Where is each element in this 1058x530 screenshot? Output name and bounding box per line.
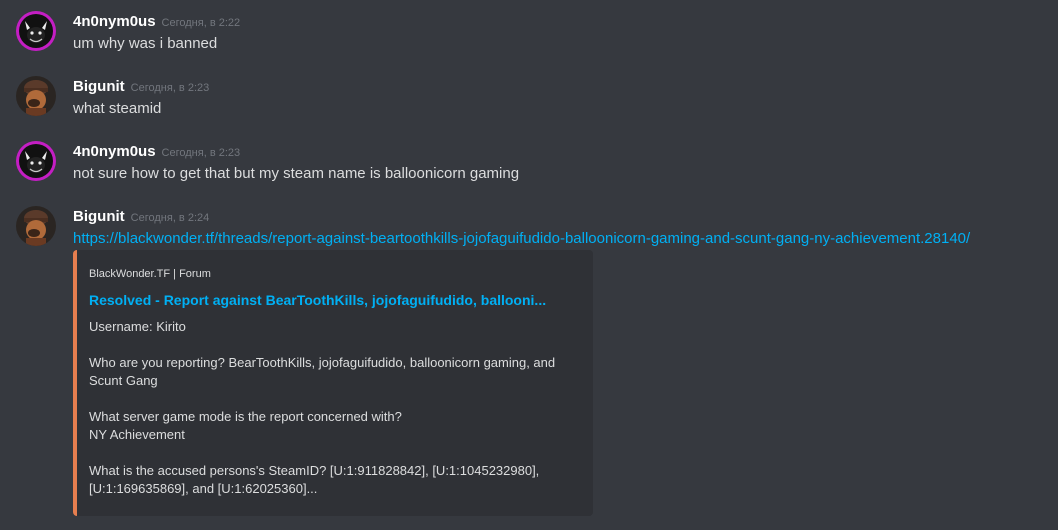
embed-line: NY Achievement <box>89 427 185 442</box>
embed-paragraph: Who are you reporting? BearToothKills, j… <box>89 354 581 390</box>
embed-paragraph: What is the accused persons's SteamID? [… <box>89 462 581 498</box>
message-link-container: https://blackwonder.tf/threads/report-ag… <box>73 228 970 250</box>
timestamp: Сегодня, в 2:23 <box>130 82 210 94</box>
message-header: Bigunit Сегодня, в 2:24 <box>73 206 209 228</box>
message-header: 4n0nym0us Сегодня, в 2:23 <box>73 141 240 163</box>
username[interactable]: Bigunit <box>73 78 125 95</box>
embed-line: What server game mode is the report conc… <box>89 409 402 424</box>
embed-provider: BlackWonder.TF | Forum <box>89 268 211 280</box>
thread-link[interactable]: https://blackwonder.tf/threads/report-ag… <box>73 230 970 247</box>
embed-line: What is the accused persons's SteamID? [… <box>89 463 540 478</box>
username[interactable]: Bigunit <box>73 208 125 225</box>
username[interactable]: 4n0nym0us <box>73 13 156 30</box>
soldier-avatar-icon[interactable] <box>16 76 56 116</box>
timestamp: Сегодня, в 2:24 <box>130 212 210 224</box>
username[interactable]: 4n0nym0us <box>73 143 156 160</box>
demon-avatar-icon[interactable] <box>16 11 56 51</box>
embed-paragraph: What server game mode is the report conc… <box>89 408 581 444</box>
embed-title-link[interactable]: Resolved - Report against BearToothKills… <box>89 290 581 310</box>
embed-line: Scunt Gang <box>89 373 158 388</box>
message-header: Bigunit Сегодня, в 2:23 <box>73 76 209 98</box>
message-text: not sure how to get that but my steam na… <box>73 165 520 182</box>
soldier-avatar-icon[interactable] <box>16 206 56 246</box>
message-text: what steamid <box>73 100 162 117</box>
embed-paragraph: Username: Kirito <box>89 318 581 336</box>
embed-description: Username: Kirito Who are you reporting? … <box>89 318 581 498</box>
demon-avatar-icon[interactable] <box>16 141 56 181</box>
embed-line: Username: Kirito <box>89 319 186 334</box>
link-embed: BlackWonder.TF | Forum Resolved - Report… <box>73 250 593 516</box>
message-text: um why was i banned <box>73 35 218 52</box>
message-header: 4n0nym0us Сегодня, в 2:22 <box>73 11 240 33</box>
timestamp: Сегодня, в 2:23 <box>161 147 241 159</box>
embed-line: [U:1:169635869], and [U:1:62025360]... <box>89 481 318 496</box>
timestamp: Сегодня, в 2:22 <box>161 17 241 29</box>
embed-line: Who are you reporting? BearToothKills, j… <box>89 355 556 370</box>
